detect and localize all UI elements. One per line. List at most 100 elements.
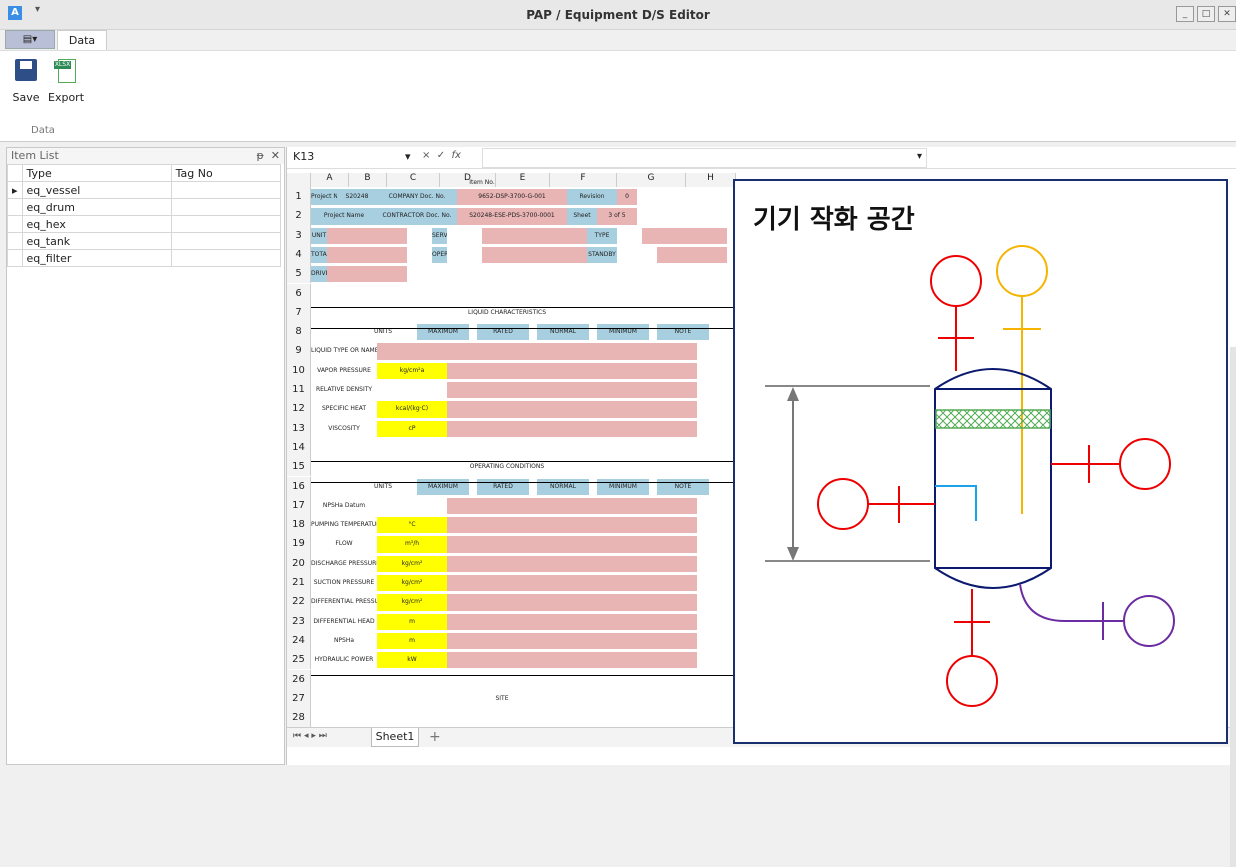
sheet-cell[interactable] xyxy=(447,613,697,630)
unit-cell[interactable]: cP xyxy=(377,420,447,437)
sheet-cell[interactable]: COMPANY Doc. No. xyxy=(377,189,457,206)
row-header[interactable]: 9 xyxy=(287,341,311,361)
sheet-cell[interactable]: UNIT xyxy=(311,227,327,244)
row-header[interactable]: 10 xyxy=(287,360,311,380)
sheet-cell[interactable]: TYPE xyxy=(587,227,617,244)
export-button[interactable]: XLSX Export xyxy=(48,59,84,104)
table-row[interactable]: eq_drum xyxy=(7,198,282,216)
row-label[interactable]: NPSHa xyxy=(311,633,377,649)
sheet-cell[interactable]: Sheet xyxy=(567,208,597,225)
row-header[interactable]: 14 xyxy=(287,437,311,458)
column-header[interactable]: H xyxy=(686,173,736,187)
sheet-cell[interactable] xyxy=(482,227,587,244)
row-header[interactable]: 21 xyxy=(287,573,311,593)
column-header-tag[interactable]: Tag No xyxy=(170,164,282,182)
row-label[interactable]: NPSHa Datum xyxy=(311,498,377,514)
unit-cell[interactable]: m xyxy=(377,632,447,650)
name-box[interactable]: K13 ▾ xyxy=(293,150,413,166)
column-label[interactable]: NORMAL xyxy=(537,478,589,495)
row-header[interactable]: 16 xyxy=(287,476,311,496)
sheet-grid[interactable]: A B C D E F G H 1 2 3 4 5 6 7 8 9 10 11 12 13 14 15 16 17 18 19 20 2… xyxy=(287,173,737,733)
row-header[interactable]: 13 xyxy=(287,418,311,438)
column-label[interactable]: UNITS xyxy=(357,479,409,495)
unit-cell[interactable]: kg/cm² xyxy=(377,575,447,592)
unit-cell[interactable]: kg/cm²a xyxy=(377,362,447,379)
sheet-cell[interactable]: S20248 xyxy=(337,189,377,206)
pin-icon[interactable]: ᵽ xyxy=(256,149,263,162)
column-label[interactable]: MAXIMUM xyxy=(417,324,469,341)
row-header[interactable]: 11 xyxy=(287,380,311,400)
column-header[interactable]: A xyxy=(311,173,349,187)
unit-cell[interactable]: kW xyxy=(377,652,447,669)
row-header[interactable]: 25 xyxy=(287,650,311,670)
row-label[interactable]: SPECIFIC HEAT xyxy=(311,401,377,417)
sheet-cell[interactable] xyxy=(642,227,727,244)
sheet-cell[interactable] xyxy=(447,632,697,650)
column-label[interactable]: MINIMUM xyxy=(597,324,649,341)
minimize-button[interactable]: _ xyxy=(1176,6,1194,22)
select-all-corner[interactable] xyxy=(287,173,311,187)
column-label[interactable]: NOTE xyxy=(657,324,709,341)
sheet-cell[interactable]: OPERATING xyxy=(432,246,447,264)
column-label[interactable]: NORMAL xyxy=(537,324,589,341)
unit-cell[interactable] xyxy=(377,382,447,398)
add-sheet-button[interactable]: + xyxy=(429,729,441,745)
column-header-type[interactable]: Type xyxy=(21,164,172,182)
sheet-cell[interactable]: Project No. xyxy=(311,189,337,206)
sheet-cell[interactable] xyxy=(327,227,407,244)
row-header[interactable]: 26 xyxy=(287,669,311,689)
unit-cell[interactable] xyxy=(377,343,447,360)
item-number-label[interactable]: Item No. xyxy=(457,175,507,191)
row-header[interactable]: 18 xyxy=(287,515,311,535)
row-label[interactable]: VAPOR PRESSURE xyxy=(311,363,377,379)
sheet-cell[interactable]: TOTAL QTY. xyxy=(311,246,327,264)
row-header[interactable]: 17 xyxy=(287,495,311,516)
column-header[interactable]: G xyxy=(617,173,686,187)
row-header[interactable]: 28 xyxy=(287,708,311,728)
close-window-button[interactable]: ✕ xyxy=(1218,6,1236,22)
sheet-cell[interactable] xyxy=(447,652,697,669)
row-header[interactable]: 1 xyxy=(287,187,311,207)
column-label[interactable]: RATED xyxy=(477,478,529,495)
column-label[interactable]: RATED xyxy=(477,324,529,341)
row-header[interactable]: 6 xyxy=(287,283,311,303)
table-row[interactable]: eq_hex xyxy=(7,215,282,233)
sheet-cell[interactable] xyxy=(447,382,697,399)
sheet-cell[interactable] xyxy=(447,517,697,534)
row-header[interactable]: 15 xyxy=(287,457,311,477)
sheet-cell[interactable]: CONTRACTOR Doc. No. xyxy=(377,208,457,225)
table-row[interactable]: eq_filter xyxy=(7,249,282,267)
sheet-cell[interactable]: S20248-ESE-PDS-3700-0001 xyxy=(457,208,567,225)
row-label[interactable]: RELATIVE DENSITY xyxy=(311,382,377,398)
unit-cell[interactable]: m xyxy=(377,613,447,630)
vertical-scrollbar[interactable] xyxy=(1230,347,1236,867)
unit-cell[interactable]: °C xyxy=(377,517,447,534)
sheet-cell[interactable] xyxy=(327,266,407,283)
column-header[interactable]: B xyxy=(349,173,387,187)
row-label[interactable]: DIFFERENTIAL HEAD xyxy=(311,614,377,630)
row-label[interactable]: HYDRAULIC POWER xyxy=(311,652,377,668)
sheet-cell[interactable]: Revision xyxy=(567,189,617,206)
app-menu-tab[interactable]: ▤▾ xyxy=(5,30,55,49)
sheet-nav-buttons[interactable]: ⏮ ◂ ▸ ⏭ xyxy=(293,731,327,741)
sheet-cell[interactable] xyxy=(447,343,697,360)
sheet-cell[interactable] xyxy=(447,420,697,437)
row-label[interactable]: SITE xyxy=(477,691,527,707)
sheet-cell[interactable]: 3 of 5 xyxy=(597,208,637,225)
column-header[interactable]: C xyxy=(387,173,440,187)
row-header[interactable]: 23 xyxy=(287,611,311,631)
column-label[interactable]: MINIMUM xyxy=(597,478,649,495)
unit-cell[interactable]: m³/h xyxy=(377,536,447,553)
sheet-cell[interactable] xyxy=(447,555,697,572)
row-header[interactable]: 2 xyxy=(287,206,311,226)
row-header[interactable]: 24 xyxy=(287,630,311,651)
sheet-cell[interactable]: STANDBY xyxy=(587,246,617,264)
row-header[interactable]: 12 xyxy=(287,399,311,419)
sheet-cell[interactable] xyxy=(447,536,697,553)
confirm-icon[interactable]: ✓ xyxy=(437,150,445,161)
function-icon[interactable]: fx xyxy=(452,150,461,161)
sheet-cell[interactable] xyxy=(447,362,697,379)
row-header[interactable]: 8 xyxy=(287,322,311,342)
row-header[interactable]: 22 xyxy=(287,592,311,612)
row-header[interactable]: 3 xyxy=(287,225,311,245)
